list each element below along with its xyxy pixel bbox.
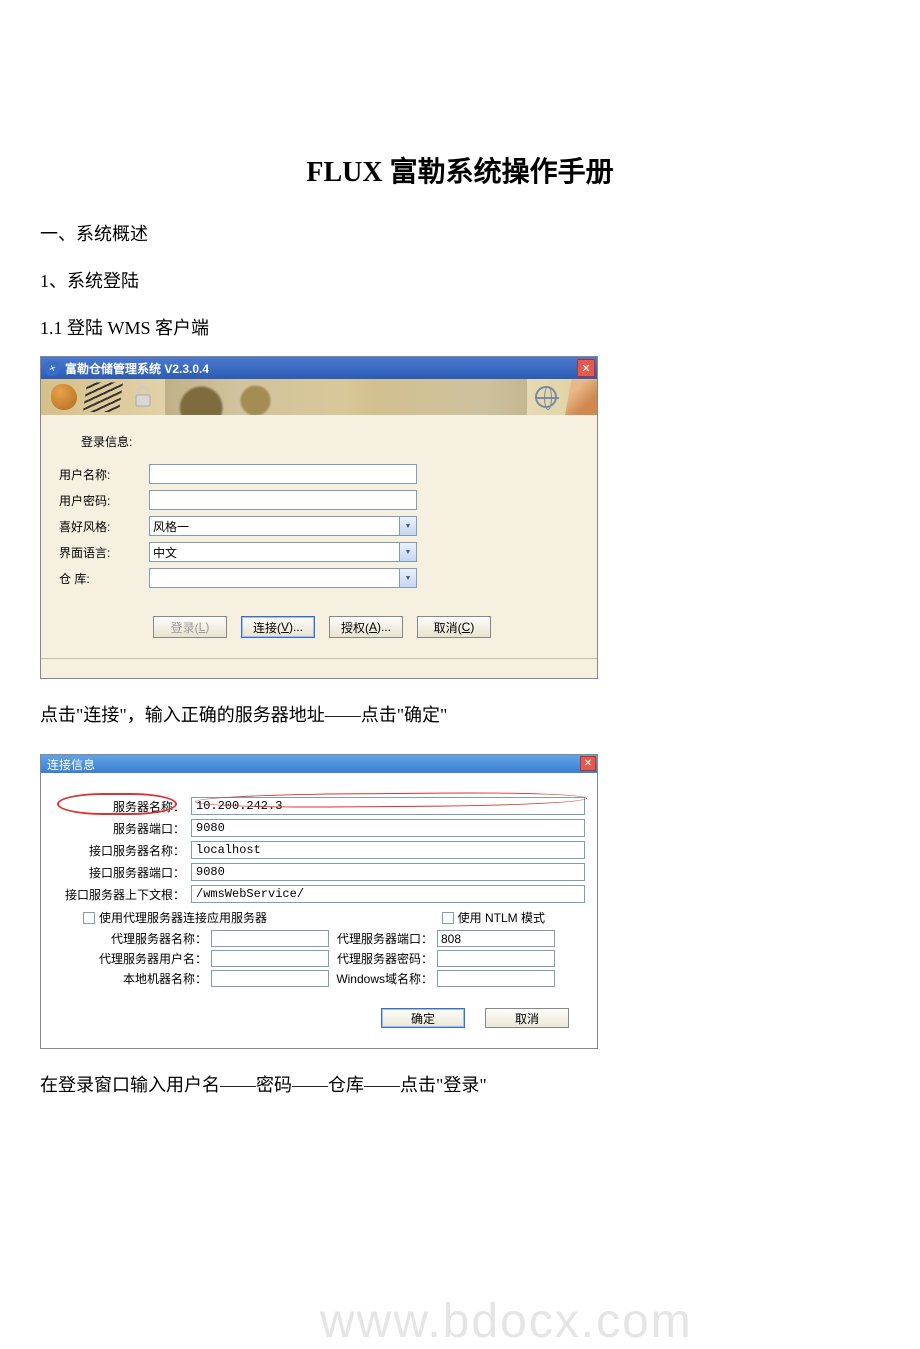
connect-button[interactable]: 连接(V)...: [241, 616, 315, 638]
banner-face-icon: [565, 379, 597, 415]
password-label: 用户密码:: [59, 492, 149, 509]
style-select-value[interactable]: [149, 516, 417, 536]
cancel-button[interactable]: 取消: [485, 1008, 569, 1028]
checkbox-icon[interactable]: [442, 912, 454, 924]
instruction-connect: 点击"连接"，输入正确的服务器地址——点击"确定": [40, 701, 880, 730]
login-banner: [41, 379, 597, 415]
app-icon: [45, 361, 60, 376]
cancel-button[interactable]: 取消(C): [417, 616, 491, 638]
proxy-user-input[interactable]: [211, 950, 329, 967]
local-name-label: 本地机器名称：: [81, 970, 211, 987]
style-label: 喜好风格:: [59, 518, 149, 535]
proxy-port-input[interactable]: [437, 930, 555, 947]
proxy-pwd-label: 代理服务器密码：: [329, 950, 437, 967]
server-port-label: 服务器端口：: [51, 820, 191, 837]
username-label: 用户名称:: [59, 466, 149, 483]
proxy-pwd-input[interactable]: [437, 950, 555, 967]
language-label: 界面语言:: [59, 544, 149, 561]
close-icon[interactable]: ✕: [577, 359, 595, 377]
close-icon[interactable]: ✕: [580, 756, 596, 771]
warehouse-select[interactable]: ▼: [149, 568, 417, 588]
login-statusbar: [41, 658, 597, 678]
chevron-down-icon[interactable]: ▼: [399, 569, 416, 587]
domain-input[interactable]: [437, 970, 555, 987]
server-port-input[interactable]: [191, 819, 585, 837]
server-name-input[interactable]: [191, 797, 585, 815]
proxy-user-label: 代理服务器用户名：: [81, 950, 211, 967]
username-input[interactable]: [149, 464, 417, 484]
iface-port-input[interactable]: [191, 863, 585, 881]
use-proxy-checkbox[interactable]: 使用代理服务器连接应用服务器: [83, 909, 267, 926]
checkbox-icon[interactable]: [83, 912, 95, 924]
page-title: FLUX 富勒系统操作手册: [40, 150, 880, 190]
chevron-down-icon[interactable]: ▼: [399, 543, 416, 561]
warehouse-label: 仓 库:: [59, 570, 149, 587]
heading-1: 一、系统概述: [40, 220, 880, 249]
banner-decoration-icon: [51, 384, 77, 410]
login-section-label: 登录信息:: [81, 433, 585, 450]
iface-name-input[interactable]: [191, 841, 585, 859]
proxy-name-label: 代理服务器名称：: [81, 930, 211, 947]
style-select[interactable]: ▼: [149, 516, 417, 536]
login-titlebar: 富勒仓储管理系统 V2.3.0.4 ✕: [41, 357, 597, 379]
warehouse-select-value[interactable]: [149, 568, 417, 588]
connection-titlebar: 连接信息 ✕: [41, 755, 597, 773]
proxy-port-label: 代理服务器端口：: [329, 930, 437, 947]
use-ntlm-checkbox[interactable]: 使用 NTLM 模式: [442, 909, 545, 926]
heading-1-1-1: 1.1 登陆 WMS 客户端: [40, 314, 880, 343]
login-dialog: 富勒仓储管理系统 V2.3.0.4 ✕ 登录信息: 用户名称: 用户密码: 喜好…: [40, 356, 598, 679]
banner-art-icon: [165, 379, 527, 415]
watermark-text: www.bdocx.com: [320, 1294, 693, 1349]
login-button[interactable]: 登录(L): [153, 616, 227, 638]
instruction-login: 在登录窗口输入用户名——密码——仓库——点击"登录": [40, 1071, 880, 1100]
language-select[interactable]: ▼: [149, 542, 417, 562]
login-window-title: 富勒仓储管理系统 V2.3.0.4: [65, 360, 209, 377]
iface-ctx-label: 接口服务器上下文根：: [51, 886, 191, 903]
heading-1-1: 1、系统登陆: [40, 267, 880, 296]
chevron-down-icon[interactable]: ▼: [399, 517, 416, 535]
language-select-value[interactable]: [149, 542, 417, 562]
iface-name-label: 接口服务器名称：: [51, 842, 191, 859]
authorize-button[interactable]: 授权(A)...: [329, 616, 403, 638]
ok-button[interactable]: 确定: [381, 1008, 465, 1028]
local-name-input[interactable]: [211, 970, 329, 987]
domain-label: Windows域名称：: [329, 970, 437, 987]
use-ntlm-label: 使用 NTLM 模式: [458, 909, 545, 926]
banner-stripes-icon: [83, 382, 123, 412]
iface-port-label: 接口服务器端口：: [51, 864, 191, 881]
password-input[interactable]: [149, 490, 417, 510]
connection-window-title: 连接信息: [47, 756, 95, 773]
server-name-label: 服务器名称：: [51, 798, 191, 815]
proxy-name-input[interactable]: [211, 930, 329, 947]
lock-icon: [129, 383, 157, 411]
use-proxy-label: 使用代理服务器连接应用服务器: [99, 909, 267, 926]
iface-ctx-input[interactable]: [191, 885, 585, 903]
globe-icon: [535, 386, 557, 408]
connection-dialog: 连接信息 ✕ 服务器名称： 服务器端口： 接口服务器名称： 接口服务器端口： 接…: [40, 754, 598, 1049]
